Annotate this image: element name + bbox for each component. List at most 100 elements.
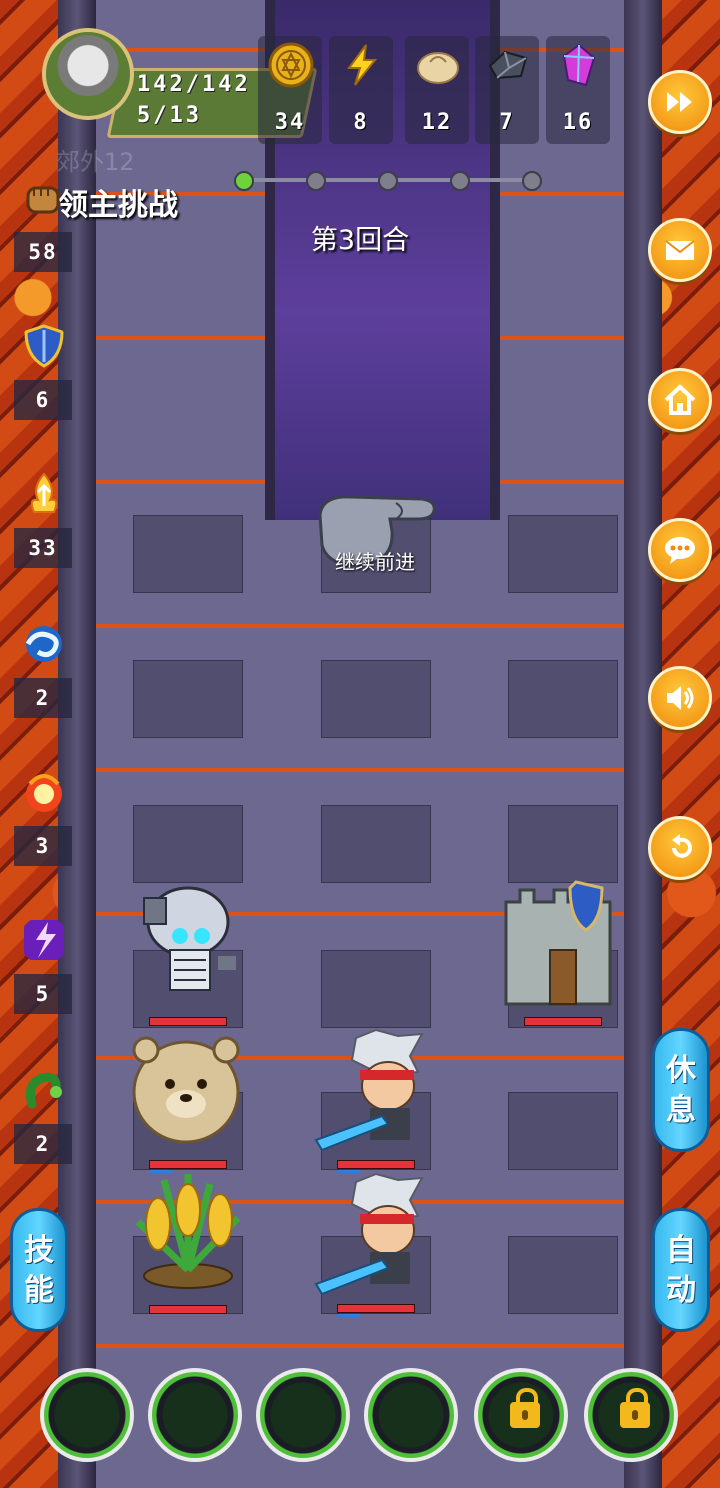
buff-attack[interactable]: 58 bbox=[14, 170, 72, 278]
return-icon bbox=[672, 834, 692, 858]
skill-slot-3[interactable] bbox=[256, 1368, 350, 1462]
grid-tile[interactable] bbox=[508, 515, 618, 593]
grid-tile[interactable] bbox=[321, 950, 431, 1028]
hp-bar bbox=[149, 1305, 227, 1314]
skill-slot-5[interactable] bbox=[474, 1368, 568, 1462]
chat-icon bbox=[665, 537, 695, 564]
progress-dot-4 bbox=[450, 171, 470, 191]
rest-label-2: 息 bbox=[666, 1093, 696, 1128]
mail-button[interactable] bbox=[648, 218, 712, 282]
home-icon bbox=[664, 384, 696, 415]
resource-energy[interactable]: 8 bbox=[329, 36, 393, 144]
sound-icon bbox=[667, 686, 694, 710]
lock-icon bbox=[620, 1388, 650, 1428]
water-swirl-icon bbox=[25, 626, 62, 662]
buff-defense[interactable]: 6 bbox=[14, 318, 72, 426]
hp-bar bbox=[337, 1304, 415, 1313]
flame-up-icon bbox=[30, 472, 58, 513]
mail-icon bbox=[665, 240, 695, 260]
iron-value: 7 bbox=[499, 110, 515, 135]
corn-plant-unit[interactable] bbox=[124, 1170, 252, 1292]
buff-value: 58 bbox=[14, 232, 72, 272]
skill-button[interactable]: 技 能 bbox=[10, 1208, 68, 1332]
hp-bar bbox=[337, 1160, 415, 1169]
skill-label-1: 技 bbox=[24, 1233, 54, 1268]
player-hp: 142/142 bbox=[137, 72, 251, 97]
progress-dot-3 bbox=[378, 171, 398, 191]
skill-label-2: 能 bbox=[24, 1273, 54, 1308]
mp-bar bbox=[338, 1314, 360, 1317]
tower-enemy[interactable] bbox=[498, 872, 626, 1008]
energy-icon bbox=[347, 44, 378, 86]
grid-tile[interactable] bbox=[321, 660, 431, 738]
progress-dot-2 bbox=[306, 171, 326, 191]
buff-value: 2 bbox=[14, 1124, 72, 1164]
energy-value: 8 bbox=[353, 110, 369, 135]
auto-label-2: 动 bbox=[666, 1273, 696, 1308]
stage-progress bbox=[234, 171, 542, 191]
skill-slot-4[interactable] bbox=[364, 1368, 458, 1462]
buff-value: 5 bbox=[14, 974, 72, 1014]
crystal-value: 16 bbox=[562, 110, 594, 135]
skill-slot-1[interactable] bbox=[40, 1368, 134, 1462]
return-button[interactable] bbox=[648, 816, 712, 880]
hp-bar bbox=[524, 1017, 602, 1026]
buff-value: 2 bbox=[14, 678, 72, 718]
buff-value: 3 bbox=[14, 826, 72, 866]
crystal-icon bbox=[562, 43, 596, 87]
shield-icon bbox=[24, 324, 64, 368]
round-label: 第3回合 bbox=[310, 225, 410, 256]
lock-icon bbox=[510, 1388, 540, 1428]
chat-button[interactable] bbox=[648, 518, 712, 582]
gold-value: 34 bbox=[274, 110, 306, 135]
buff-lightning[interactable]: 5 bbox=[14, 912, 72, 1020]
hp-bar bbox=[149, 1017, 227, 1026]
sound-button[interactable] bbox=[648, 666, 712, 730]
player-level: 5/13 bbox=[137, 103, 202, 128]
fist-icon bbox=[26, 186, 60, 214]
progress-dot-1 bbox=[234, 171, 254, 191]
grid-tile[interactable] bbox=[133, 515, 243, 593]
buff-value: 6 bbox=[14, 380, 72, 420]
grid-tile[interactable] bbox=[508, 660, 618, 738]
auto-label-1: 自 bbox=[666, 1233, 696, 1268]
grid-tile[interactable] bbox=[508, 1092, 618, 1170]
grid-tile[interactable] bbox=[133, 660, 243, 738]
buff-fire-up[interactable]: 33 bbox=[14, 466, 72, 574]
purple-lightning-icon bbox=[24, 920, 64, 960]
home-button[interactable] bbox=[648, 368, 712, 432]
iron-ore-icon bbox=[488, 50, 528, 80]
bun-icon bbox=[417, 52, 459, 84]
rest-label-1: 休 bbox=[666, 1053, 696, 1088]
hero-avatar-icon[interactable] bbox=[42, 28, 134, 120]
fireball-icon bbox=[26, 774, 62, 812]
resource-crystal[interactable]: 16 bbox=[546, 36, 610, 144]
grid-tile[interactable] bbox=[508, 1236, 618, 1314]
buff-worm[interactable]: 2 bbox=[14, 1062, 72, 1170]
resource-iron[interactable]: 7 bbox=[475, 36, 539, 144]
green-worm-icon bbox=[25, 1072, 62, 1109]
resource-gold[interactable]: 34 bbox=[258, 36, 322, 144]
player-status-plate[interactable]: 142/142 5/13 bbox=[42, 28, 318, 138]
gold-coin-icon bbox=[268, 42, 314, 88]
bun-value: 12 bbox=[421, 110, 453, 135]
fast-forward-icon bbox=[667, 92, 692, 112]
bear-enemy[interactable] bbox=[124, 1032, 248, 1156]
buff-value: 33 bbox=[14, 528, 72, 568]
skill-slot-6[interactable] bbox=[584, 1368, 678, 1462]
buff-water[interactable]: 2 bbox=[14, 616, 72, 724]
hp-bar bbox=[149, 1160, 227, 1169]
grid-tile[interactable] bbox=[133, 805, 243, 883]
skill-slot-2[interactable] bbox=[148, 1368, 242, 1462]
auto-button[interactable]: 自 动 bbox=[652, 1208, 710, 1332]
resource-bun[interactable]: 12 bbox=[405, 36, 469, 144]
grid-tile[interactable] bbox=[321, 805, 431, 883]
rest-button[interactable]: 休 息 bbox=[652, 1028, 710, 1152]
skeleton-enemy[interactable] bbox=[130, 878, 242, 1010]
hero-unit-2[interactable] bbox=[312, 1172, 440, 1300]
fast-forward-button[interactable] bbox=[648, 70, 712, 134]
buff-fireball[interactable]: 3 bbox=[14, 764, 72, 872]
hero-unit-1[interactable] bbox=[312, 1028, 440, 1156]
progress-dot-5 bbox=[522, 171, 542, 191]
continue-label[interactable]: 继续前进 bbox=[300, 546, 450, 575]
